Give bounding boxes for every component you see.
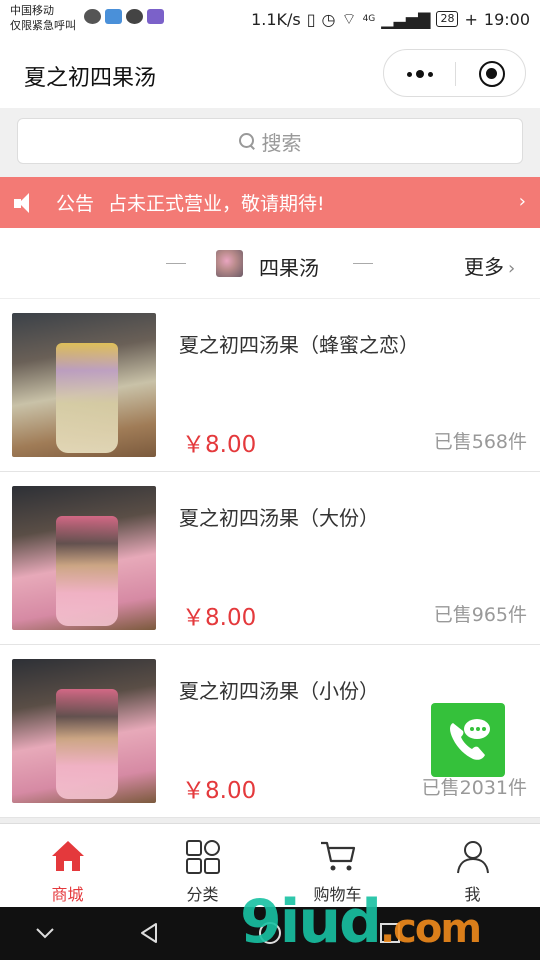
network-type: 4G (362, 14, 376, 24)
close-miniprogram-button[interactable] (479, 61, 505, 87)
section-header: 四果汤 更多 › (0, 228, 540, 299)
telegram-icon (105, 9, 122, 24)
search-input[interactable]: 搜索 (17, 118, 523, 164)
user-icon (456, 841, 489, 874)
dot-icon (428, 71, 433, 77)
tab-label: 商城 (51, 885, 84, 904)
more-link[interactable]: 更多 › (464, 251, 515, 280)
vibrate-icon: ▯ (306, 9, 316, 29)
notice-bar[interactable]: 公告 占未正式营业，敬请期待! › (0, 177, 540, 228)
miniprogram-capsule (383, 49, 526, 97)
clock: 19:00 (483, 9, 530, 29)
dessert-cup-graphic (56, 689, 118, 799)
charging-icon: + (464, 9, 478, 29)
notification-icons (84, 9, 164, 24)
product-price: ￥8.00 (182, 778, 257, 804)
net-speed: 1.1K/s (251, 9, 301, 29)
phone-chat-icon (450, 719, 490, 760)
product-name: 夏之初四汤果（小份） (179, 679, 379, 703)
hide-keyboard-icon[interactable] (33, 921, 57, 945)
category-icon (185, 840, 220, 874)
search-area: 搜索 (0, 108, 540, 176)
tab-home[interactable]: 商城 (0, 824, 135, 907)
nav-bar: 夏之初四果汤 (0, 38, 540, 108)
capsule-divider (455, 62, 456, 86)
emergency-only-label: 仅限紧急呼叫 (10, 19, 76, 32)
video-icon (147, 9, 164, 24)
chevron-right-icon: › (508, 258, 516, 279)
product-sold-count: 已售568件 (433, 431, 527, 453)
product-card[interactable]: 夏之初四汤果（大份） ￥8.00 已售965件 (0, 472, 540, 645)
product-sold-count: 已售965件 (433, 604, 527, 626)
search-icon (238, 132, 256, 150)
product-name: 夏之初四汤果（蜂蜜之恋） (179, 333, 419, 357)
product-name: 夏之初四汤果（大份） (179, 506, 379, 530)
status-right: 1.1K/s ▯ ◷ ⌔ 4G ▁▃▅▇ 28 + 19:00 (251, 9, 530, 29)
product-card[interactable]: 夏之初四汤果（蜂蜜之恋） ￥8.00 已售568件 (0, 299, 540, 472)
chevron-right-icon: › (518, 191, 526, 212)
notice-text: 占未正式营业，敬请期待! (108, 193, 325, 215)
more-label: 更多 (464, 255, 504, 279)
back-icon[interactable] (138, 921, 162, 945)
carrier-info: 中国移动 仅限紧急呼叫 (10, 3, 76, 33)
title-dash-left (166, 263, 186, 264)
dot-icon (407, 71, 412, 77)
product-image (12, 486, 156, 630)
title-dash-right (353, 263, 373, 264)
product-price: ￥8.00 (182, 605, 257, 631)
product-sold-count: 已售2031件 (421, 777, 527, 799)
cart-icon (320, 841, 355, 871)
signal-icon: ▁▃▅▇ (381, 9, 431, 29)
product-price: ￥8.00 (182, 432, 257, 458)
search-placeholder: 搜索 (261, 130, 302, 155)
notice-label: 公告 (56, 193, 95, 215)
product-image (12, 659, 156, 803)
carrier-name: 中国移动 (10, 4, 54, 17)
product-image (12, 313, 156, 457)
speaker-icon (14, 192, 40, 214)
contact-service-button[interactable] (431, 703, 505, 777)
section-title: 四果汤 (259, 256, 319, 280)
message-icon (84, 9, 101, 24)
alarm-icon: ◷ (321, 9, 336, 29)
wifi-icon: ⌔ (341, 9, 357, 28)
dessert-cup-graphic (56, 343, 118, 453)
battery-level: 28 (436, 11, 459, 27)
page-title: 夏之初四果汤 (24, 66, 157, 91)
watermark-suffix: .com (379, 906, 482, 952)
watermark-text: 9iud (240, 887, 382, 957)
home-icon (51, 841, 84, 871)
dessert-cup-graphic (56, 516, 118, 626)
wechat-icon (126, 9, 143, 24)
status-bar: 中国移动 仅限紧急呼叫 1.1K/s ▯ ◷ ⌔ 4G ▁▃▅▇ 28 + 19… (0, 0, 540, 38)
category-thumbnail (216, 250, 243, 277)
watermark-logo: 9iud.com (240, 884, 482, 960)
dot-icon (416, 70, 424, 78)
more-menu-button[interactable] (402, 62, 438, 86)
